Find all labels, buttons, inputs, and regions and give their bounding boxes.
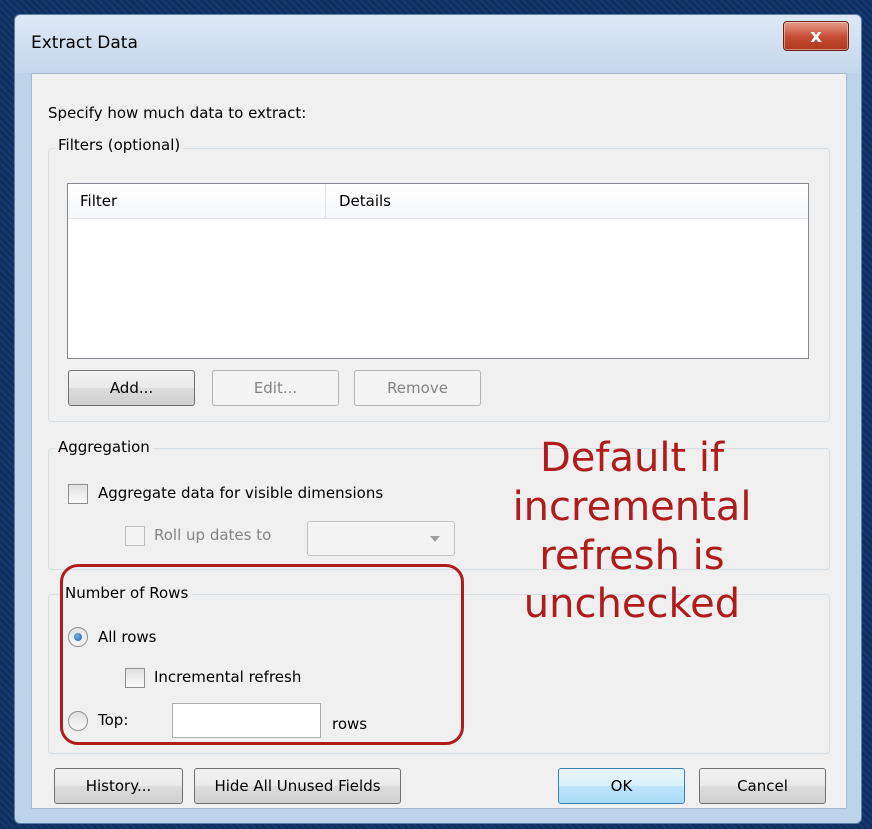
- edit-filter-button[interactable]: Edit...: [212, 370, 339, 406]
- filters-legend: Filters (optional): [55, 136, 184, 154]
- aggregate-checkbox[interactable]: [68, 484, 88, 504]
- rows-highlight-outline: [60, 564, 464, 745]
- remove-filter-button[interactable]: Remove: [354, 370, 481, 406]
- title-bar: Extract Data x: [15, 15, 861, 73]
- ok-button[interactable]: OK: [558, 768, 685, 804]
- annotation-line: unchecked: [523, 581, 741, 628]
- aggregation-legend: Aggregation: [55, 438, 153, 456]
- extract-data-dialog: Extract Data x Specify how much data to …: [14, 14, 862, 824]
- dialog-body: Specify how much data to extract: Filter…: [31, 73, 847, 809]
- column-header-filter[interactable]: Filter: [80, 192, 117, 210]
- annotation-callout: Default if incremental refresh is unchec…: [462, 434, 802, 629]
- history-button[interactable]: History...: [54, 768, 183, 804]
- close-button[interactable]: x: [783, 21, 849, 51]
- filter-list-header: Filter Details: [68, 184, 808, 219]
- close-icon: x: [810, 25, 822, 47]
- annotation-line: incremental: [512, 483, 752, 530]
- rollup-dates-checkbox[interactable]: [125, 526, 145, 546]
- column-separator[interactable]: [325, 184, 326, 219]
- add-filter-button[interactable]: Add...: [68, 370, 195, 406]
- annotation-line: refresh is: [539, 532, 725, 579]
- annotation-line: Default if: [539, 435, 725, 481]
- dialog-title: Extract Data: [31, 33, 138, 53]
- hide-unused-fields-button[interactable]: Hide All Unused Fields: [194, 768, 401, 804]
- aggregate-label: Aggregate data for visible dimensions: [98, 484, 384, 502]
- chevron-down-icon: [430, 536, 440, 542]
- cancel-button[interactable]: Cancel: [699, 768, 826, 804]
- column-header-details[interactable]: Details: [339, 192, 391, 210]
- rollup-dates-select[interactable]: [307, 521, 455, 556]
- filter-list[interactable]: Filter Details: [67, 183, 809, 359]
- prompt-label: Specify how much data to extract:: [48, 104, 307, 122]
- rollup-dates-label: Roll up dates to: [154, 526, 272, 544]
